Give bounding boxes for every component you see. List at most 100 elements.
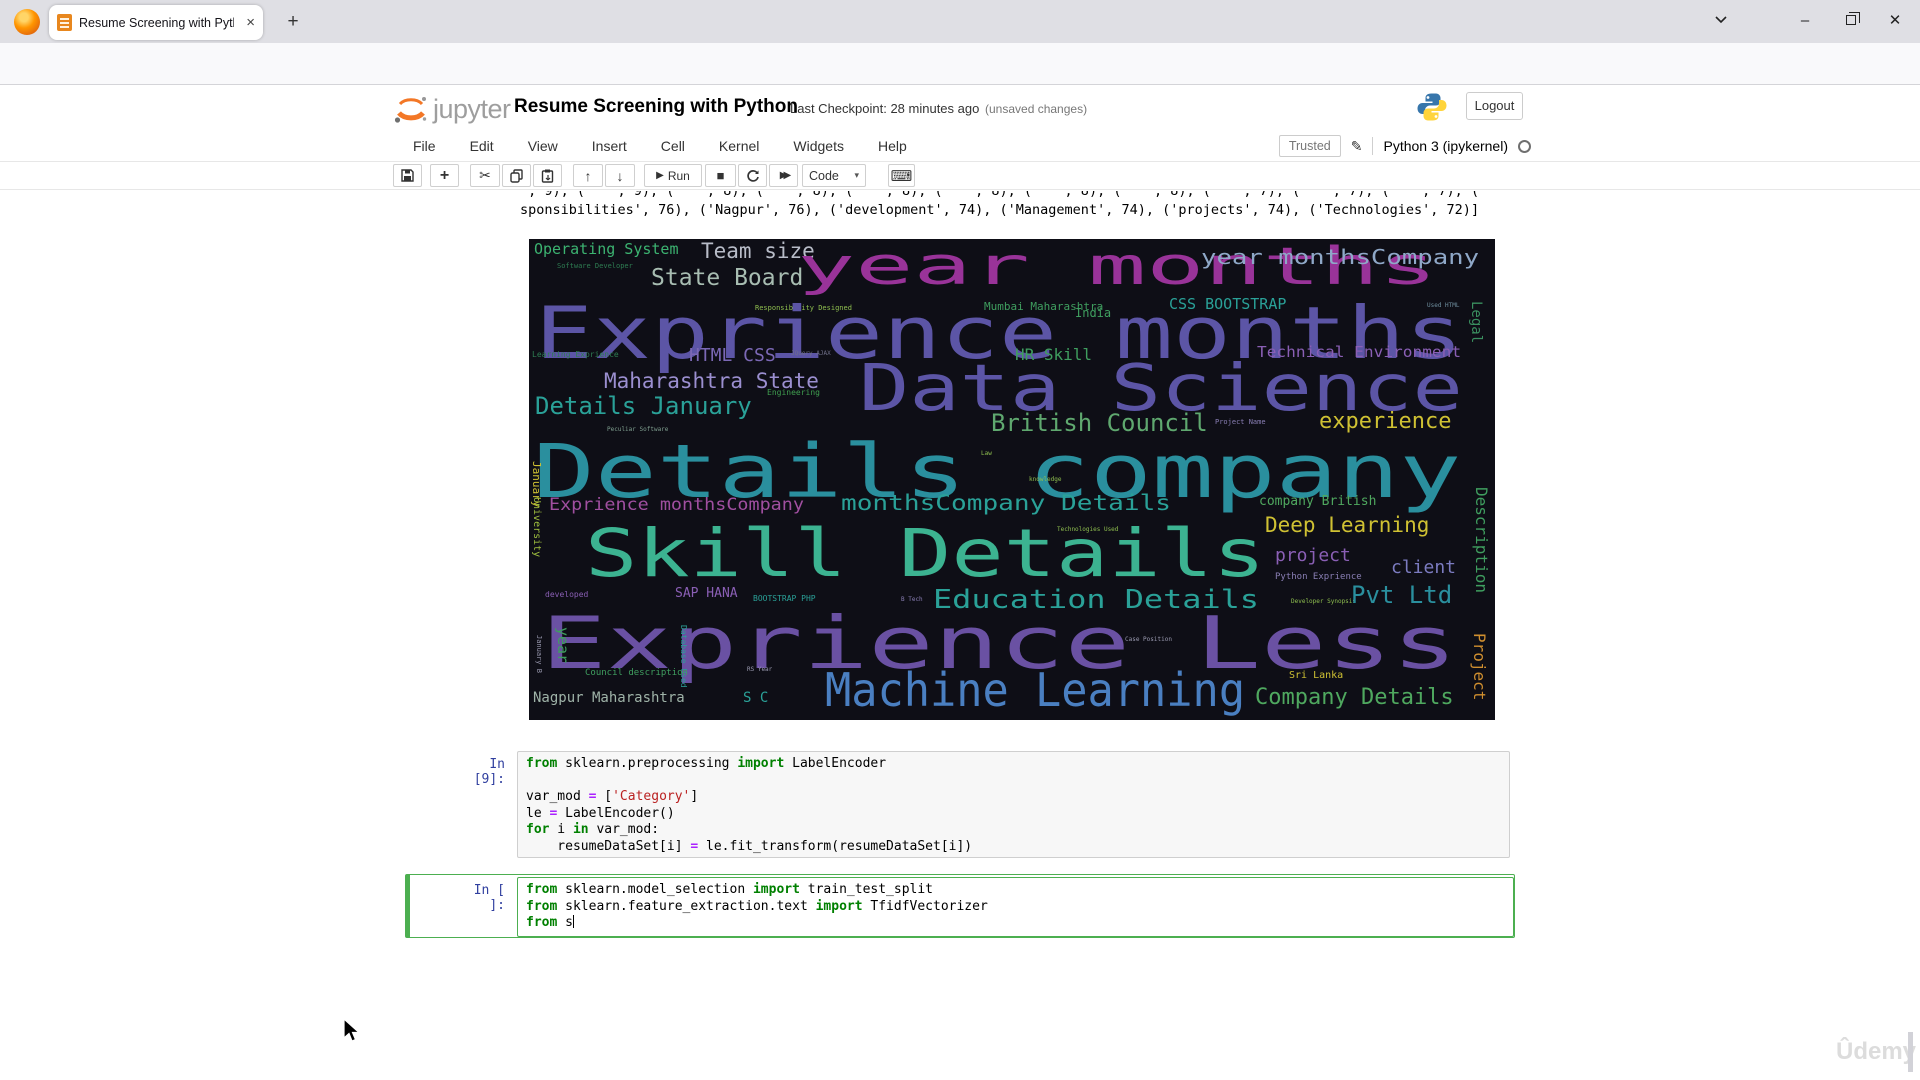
wordcloud-word: SAP HANA [675,586,738,601]
wordcloud-word: client [1391,557,1457,578]
wordcloud-word: India [1075,306,1112,320]
copy-icon [510,168,523,183]
interrupt-kernel-button[interactable]: ■ [705,164,736,187]
menu-help[interactable]: Help [861,131,924,161]
wordcloud-word: Description [1472,487,1491,593]
active-cell-prompt: In [ ]: [473,883,505,913]
restart-kernel-button[interactable] [738,164,767,187]
run-cell-button[interactable]: ▶ Run [644,164,702,187]
wordcloud-word: Operating System [534,240,679,258]
wordcloud-word: Council description [585,668,688,678]
wordcloud-word: HTML CSS [689,345,776,366]
save-button[interactable] [393,164,422,187]
code-line: from sklearn.feature_extraction.text imp… [526,898,988,914]
wordcloud-word: JQuery AJAX [791,350,831,357]
restart-run-all-button[interactable]: ▶▶ [769,164,798,187]
wordcloud-word: Case Position [1125,636,1172,643]
browser-nav-bar: ← → ↻ localhost:8888/notebooks/Resume Sc… [0,43,1920,121]
code-line: le = LabelEncoder() [526,805,675,821]
wordcloud-word: monthsCompany Details [841,491,1172,515]
wordcloud-word: Exprience monthsCompany [549,495,804,515]
menu-kernel[interactable]: Kernel [702,131,776,161]
cell9-prompt: In [9]: [473,757,505,787]
code-line: from sklearn.model_selection import trai… [526,882,934,897]
wordcloud-word: Software Developer [557,262,633,270]
wordcloud-word: company British [1259,494,1377,509]
unsaved-status: (unsaved changes) [985,102,1088,116]
browser-tab-bar: Resume Screening with Python × + – ✕ [0,0,1920,43]
tab-close-icon[interactable]: × [246,14,255,31]
new-tab-button[interactable]: + [280,9,306,35]
jupyter-logo[interactable]: jupyter [393,93,511,125]
window-close-button[interactable]: ✕ [1872,0,1918,40]
fast-forward-icon: ▶▶ [779,170,792,181]
wordcloud-word: State Board [651,265,804,291]
watermark-bar [1908,1032,1913,1072]
move-cell-down-button[interactable]: ↓ [605,164,635,187]
menu-view[interactable]: View [511,131,575,161]
wordcloud-word: University [531,497,542,558]
logout-button[interactable]: Logout [1466,92,1523,120]
wordcloud-word: knowledge [1029,476,1062,483]
python-logo-icon [1416,91,1448,128]
wordcloud-word: Legal [1468,301,1484,344]
keyboard-icon: ⌨ [890,167,913,185]
menu-cell[interactable]: Cell [644,131,702,161]
wordcloud-word: Sri Lanka [1289,670,1344,681]
window-minimize-button[interactable]: – [1782,0,1828,40]
firefox-icon[interactable] [14,9,40,35]
wordcloud-word: Learning Exprience [532,350,619,359]
wordcloud-word: Details January [535,392,752,420]
wordcloud-word: S C [743,690,769,706]
wordcloud-word: RS Year [747,666,773,673]
paste-icon [541,169,554,183]
wordcloud-word: Technologies Used [1057,526,1119,533]
code-line: resumeDataSet[i] = le.fit_transform(resu… [526,838,973,854]
jupyter-toolbar: + ✂ ↑ ↓ ▶ Run ■ ▶▶ Code ▾ ⌨ [0,162,1920,190]
kernel-name[interactable]: Python 3 (ipykernel) [1383,138,1508,154]
cut-cell-button[interactable]: ✂ [470,164,500,187]
notebook-title[interactable]: Resume Screening with Python [514,96,798,118]
wordcloud-word: Python Exprience [1275,572,1362,582]
tab-title: Resume Screening with Python [79,15,234,30]
wordcloud-word: Database Used [679,625,688,688]
menu-widgets[interactable]: Widgets [776,131,861,161]
menu-file[interactable]: File [396,131,453,161]
wordcloud-word: Machine Learning [825,663,1246,717]
edit-mode-pencil-icon: ✎ [1350,137,1363,154]
active-cell-input[interactable]: from sklearn.model_selection import trai… [517,877,1514,937]
play-icon: ▶ [656,170,664,181]
checkpoint-status: Last Checkpoint: 28 minutes ago [790,101,980,116]
menu-edit[interactable]: Edit [453,131,511,161]
udemy-watermark: Ûdemy [1836,1038,1917,1065]
wordcloud-word: Project [1470,633,1489,701]
restart-icon [746,169,759,182]
wordcloud-word: year [554,627,572,664]
menu-insert[interactable]: Insert [575,131,644,161]
code-line: var_mod = ['Category'] [526,789,699,804]
add-cell-button[interactable]: + [430,164,459,187]
mouse-cursor [341,1017,361,1049]
scissors-icon: ✂ [479,167,491,183]
cell-type-select[interactable]: Code ▾ [802,164,866,187]
cell9-input[interactable]: from sklearn.preprocessing import LabelE… [517,751,1510,858]
wordcloud-word: Engineering [767,388,820,397]
paste-cell-button[interactable] [533,164,562,187]
wordcloud-word: Company Details [1255,685,1454,710]
wordcloud-output-image: Operating System Software Developer Team s… [529,239,1495,720]
tab-list-chevron-icon[interactable] [1698,0,1744,40]
browser-tab[interactable]: Resume Screening with Python × [49,5,263,40]
wordcloud-word: year monthsCompany [1201,245,1480,269]
copy-cell-button[interactable] [502,164,531,187]
trusted-badge: Trusted [1278,135,1341,157]
wordcloud-word: Law [981,450,992,457]
jupyter-logo-icon [394,97,427,123]
arrow-down-icon: ↓ [616,167,624,184]
wordcloud-word: Deep Learning [1265,513,1430,537]
wordcloud-word: project [1275,545,1351,566]
command-palette-button[interactable]: ⌨ [888,164,915,187]
window-restore-button[interactable] [1828,0,1874,40]
kernel-idle-indicator-icon [1518,139,1531,153]
move-cell-up-button[interactable]: ↑ [573,164,603,187]
